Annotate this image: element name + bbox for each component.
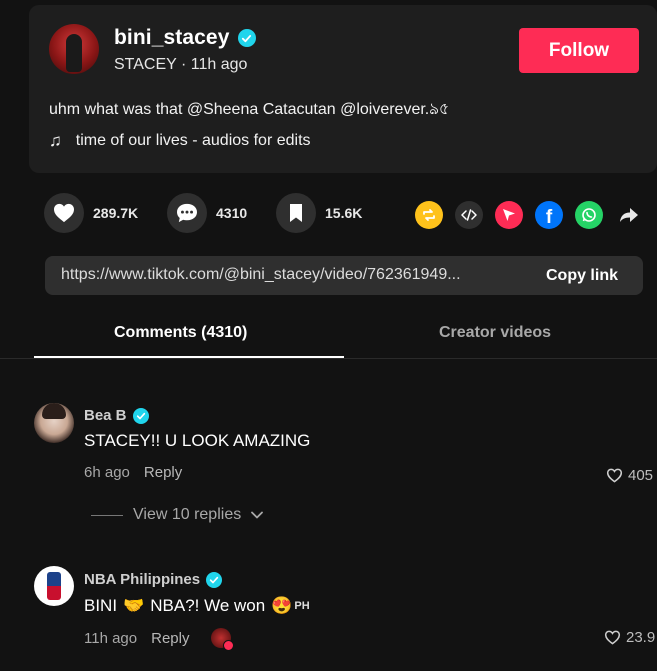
comment-author[interactable]: Bea B: [84, 407, 127, 424]
reply-button[interactable]: Reply: [151, 630, 189, 647]
comment-like[interactable]: 23.9: [604, 629, 655, 646]
music-note-icon: ♫: [49, 131, 62, 150]
creator-display-name: STACEY: [114, 56, 177, 73]
ph-flag-tag: PH: [294, 600, 310, 612]
subline-separator: ·: [176, 56, 191, 73]
tab-comments[interactable]: Comments (4310): [114, 324, 247, 342]
music-row[interactable]: ♫ time of our lives - audios for edits: [49, 131, 311, 151]
copy-link-button[interactable]: Copy link: [521, 256, 643, 295]
avatar-figure: [66, 34, 82, 72]
whatsapp-icon[interactable]: [575, 201, 603, 229]
embed-icon[interactable]: [455, 201, 483, 229]
comment-author-row[interactable]: NBA Philippines: [84, 571, 223, 588]
heart-outline-icon[interactable]: [604, 630, 621, 645]
comment-action[interactable]: 4310: [167, 193, 247, 233]
share-link-url[interactable]: https://www.tiktok.com/@bini_stacey/vide…: [61, 266, 519, 284]
facebook-icon[interactable]: f: [535, 201, 563, 229]
creator-subline: STACEY · 11h ago: [114, 56, 247, 74]
comment-time: 11h ago: [84, 629, 138, 647]
heart-eyes-emoji-icon: 😍: [271, 596, 293, 615]
replies-divider-line: [91, 514, 123, 516]
repost-icon[interactable]: [415, 201, 443, 229]
comment-author-row[interactable]: Bea B: [84, 407, 149, 424]
comment-author[interactable]: NBA Philippines: [84, 571, 200, 588]
comment-like-count: 405: [628, 467, 654, 484]
handshake-emoji-icon: 🤝: [123, 596, 145, 615]
comment-meta: 6h ago Reply: [84, 464, 182, 481]
share-link-box: https://www.tiktok.com/@bini_stacey/vide…: [45, 256, 643, 295]
like-count: 289.7K: [93, 205, 139, 221]
follow-button[interactable]: Follow: [519, 28, 639, 73]
tab-divider: [0, 358, 657, 359]
avatar-hair: [42, 403, 66, 419]
comment-text: BINI 🤝 NBA?! We won 😍 PH: [84, 596, 310, 616]
avatar[interactable]: [34, 566, 74, 606]
verified-badge-icon: [206, 571, 223, 588]
post-caption: uhm what was that @Sheena Catacutan @loi…: [49, 101, 450, 118]
comment-text-part-2: NBA?! We won: [150, 596, 266, 615]
view-replies-button[interactable]: View 10 replies: [91, 506, 264, 524]
music-title[interactable]: time of our lives - audios for edits: [76, 132, 311, 150]
creator-liked-avatar: [211, 628, 235, 651]
verified-badge-icon: [237, 29, 256, 47]
save-count: 15.6K: [325, 205, 363, 221]
send-icon[interactable]: [495, 201, 523, 229]
heart-badge-icon: [223, 640, 235, 651]
creator-username[interactable]: bini_stacey: [114, 26, 230, 50]
share-arrow-icon[interactable]: [615, 201, 643, 229]
creator-username-row[interactable]: bini_stacey: [114, 26, 256, 50]
comment-time: 6h ago: [84, 464, 130, 481]
verified-badge-icon: [132, 407, 149, 424]
heart-icon[interactable]: [44, 193, 84, 233]
avatar[interactable]: [34, 403, 74, 443]
bookmark-icon[interactable]: [276, 193, 316, 233]
comment-text-part-1: BINI: [84, 596, 118, 615]
heart-outline-icon[interactable]: [606, 468, 623, 483]
save-action[interactable]: 15.6K: [276, 193, 362, 233]
comment-count: 4310: [216, 205, 248, 221]
comment-meta: 11h ago Reply: [84, 628, 235, 651]
comment-bubble-icon[interactable]: [167, 193, 207, 233]
tab-creator-videos[interactable]: Creator videos: [439, 324, 551, 342]
comment-like[interactable]: 405: [606, 467, 653, 484]
nba-logo-icon: [47, 572, 61, 600]
creator-avatar[interactable]: [49, 24, 99, 74]
post-time: 11h ago: [190, 56, 248, 73]
chevron-down-icon: [251, 506, 264, 524]
reply-button[interactable]: Reply: [144, 464, 182, 481]
view-replies-label[interactable]: View 10 replies: [133, 506, 241, 524]
comment-like-count: 23.9: [626, 629, 656, 646]
like-action[interactable]: 289.7K: [44, 193, 138, 233]
comment-text: STACEY!! U LOOK AMAZING: [84, 431, 311, 450]
